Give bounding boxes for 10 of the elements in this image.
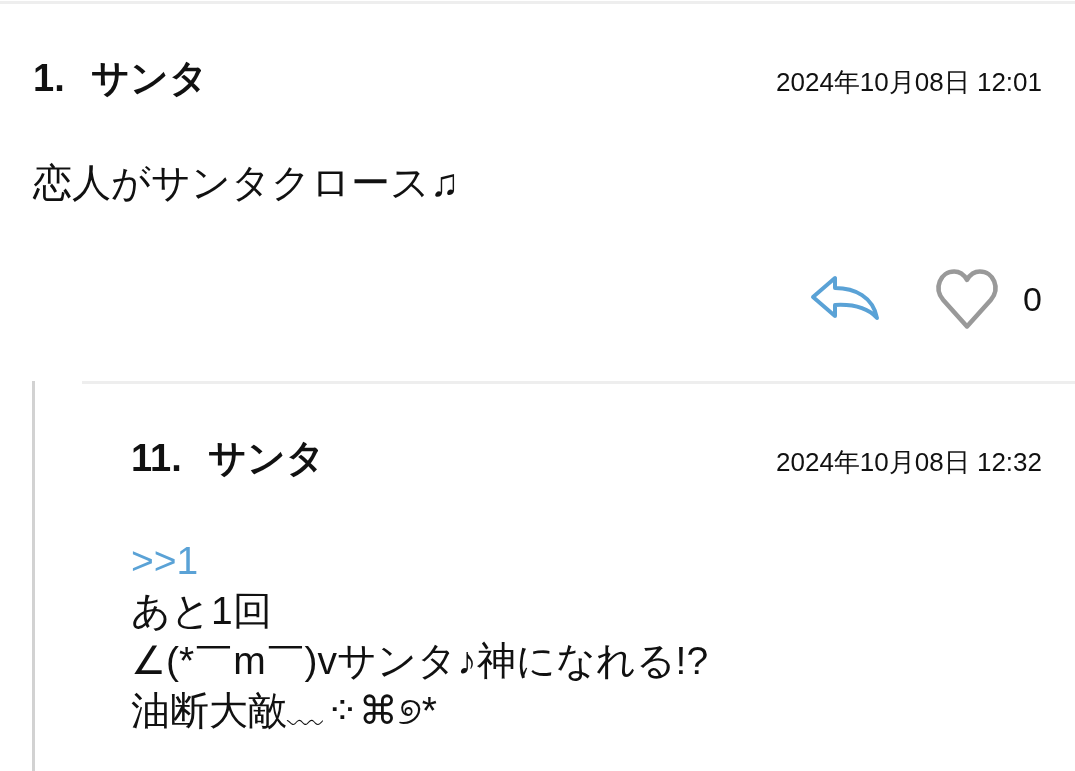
post-date: 2024年10月08日 12:32 <box>776 446 1042 479</box>
post-number: 1. <box>33 56 65 100</box>
quote-link[interactable]: >>1 <box>131 539 199 582</box>
reply-message: >>1 あと1回 ∠(*￣m￣)vサンタ♪神になれる!? 油断大敵﹏⁘⌘୭* <box>131 538 710 734</box>
author-name: サンタ <box>207 436 325 480</box>
post-number: 11. <box>131 436 182 480</box>
post-date: 2024年10月08日 12:01 <box>776 66 1042 99</box>
post-message: 恋人がサンタクロース♫ <box>33 160 461 206</box>
author-name: サンタ <box>90 56 208 100</box>
like-count: 0 <box>1023 279 1042 319</box>
